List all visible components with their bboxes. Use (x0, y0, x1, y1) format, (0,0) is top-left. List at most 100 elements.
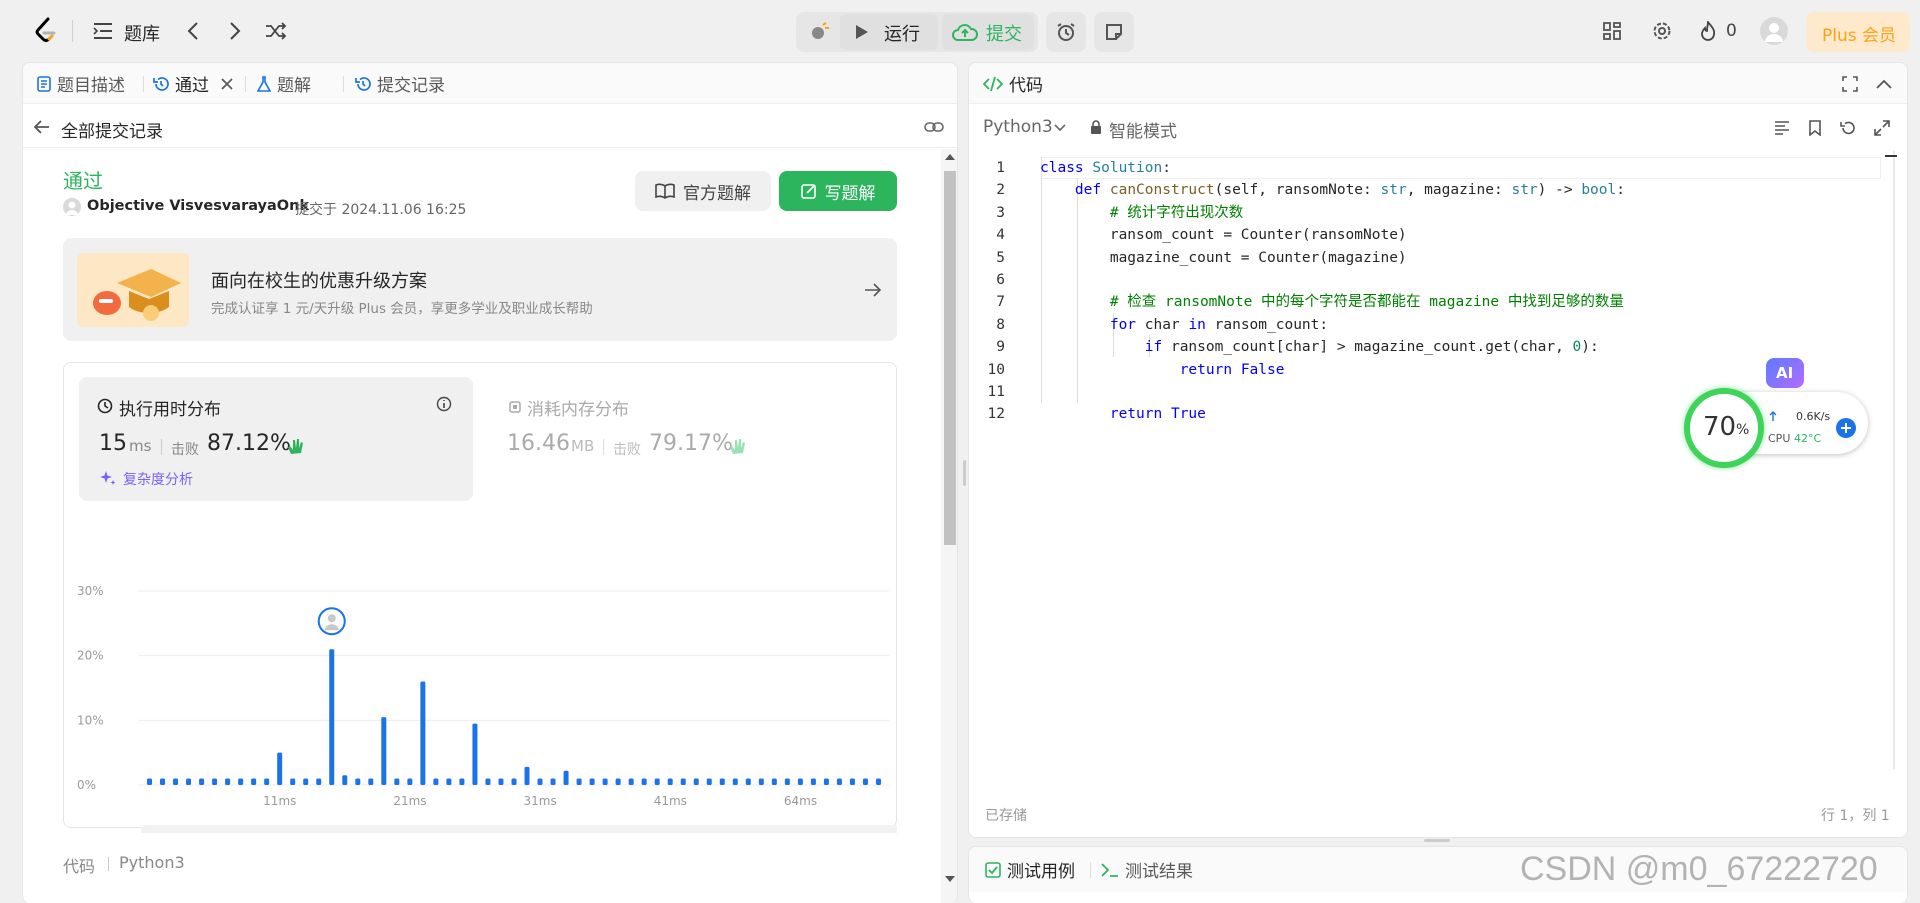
line-number: 12 (987, 406, 1005, 423)
minimap-scrollbar[interactable] (1893, 151, 1895, 769)
shuffle-icon[interactable] (264, 19, 288, 43)
official-solution-button[interactable]: 官方题解 (635, 171, 771, 211)
line-number: 3 (996, 204, 1005, 221)
chart-bar (654, 778, 660, 785)
user-avatar[interactable] (63, 198, 81, 216)
run-button[interactable]: 运行 (884, 20, 920, 46)
tab-accepted[interactable]: 通过 (153, 63, 233, 104)
scrollbar-thumb[interactable] (944, 171, 956, 545)
format-icon[interactable] (1773, 120, 1791, 136)
fullscreen-icon[interactable] (1873, 119, 1891, 137)
link-icon[interactable] (923, 117, 945, 137)
bookmark-icon[interactable] (1807, 119, 1823, 137)
chart-bar (628, 778, 634, 785)
complexity-analysis-link[interactable]: 复杂度分析 (123, 469, 193, 489)
chart-bar (277, 752, 283, 785)
chart-bar (680, 778, 686, 785)
debug-icon[interactable] (804, 17, 834, 47)
chart-bar (485, 778, 491, 785)
chart-bar (225, 778, 231, 785)
plus-member-label: Plus 会员 (1822, 26, 1897, 46)
graduation-cap-image (77, 253, 189, 327)
divider (1090, 862, 1091, 878)
code-content[interactable]: class Solution: def canConstruct(self, r… (1040, 157, 1625, 426)
scroll-down-icon[interactable] (945, 875, 955, 883)
tab-test-case-label: 测试用例 (1007, 862, 1075, 882)
divider (161, 439, 162, 455)
chart-bar (576, 778, 582, 785)
smart-mode-label[interactable]: 智能模式 (1109, 117, 1177, 142)
saved-status: 已存储 (985, 808, 1027, 824)
chart-bar (511, 778, 517, 785)
write-solution-button[interactable]: 写题解 (779, 171, 897, 211)
next-problem-icon[interactable] (224, 19, 246, 43)
runtime-distribution-chart[interactable]: 30%20%10%0%11ms11ms21ms21ms31ms31ms41ms4… (63, 513, 897, 833)
arrow-right-icon[interactable] (863, 281, 883, 299)
official-solution-label: 官方题解 (683, 183, 751, 204)
divider (245, 76, 246, 92)
all-submissions-link[interactable]: 全部提交记录 (61, 117, 163, 142)
line-number: 11 (987, 384, 1005, 400)
note-icon (1102, 20, 1126, 44)
chart-bar (407, 778, 413, 785)
tab-test-case[interactable]: 测试用例 (985, 849, 1075, 890)
close-tab-icon[interactable] (221, 77, 233, 90)
line-number: 6 (996, 272, 1005, 288)
ai-assistant-label: AI (1776, 364, 1794, 382)
collapse-icon[interactable] (1875, 75, 1893, 93)
add-circle-icon[interactable] (1836, 418, 1856, 438)
line-number: 1 (996, 160, 1005, 176)
problem-list-icon[interactable] (92, 20, 114, 42)
panel-resize-handle[interactable] (963, 460, 966, 486)
tab-test-result[interactable]: 测试结果 (1101, 849, 1193, 890)
memory-title[interactable]: 消耗内存分布 (527, 395, 629, 420)
chart-bar (524, 766, 530, 785)
line-number: 2 (996, 182, 1005, 199)
settings-gear-icon[interactable] (1650, 19, 1674, 43)
info-icon[interactable] (435, 395, 453, 413)
problem-list-button[interactable]: 题库 (124, 20, 160, 46)
chart-bar (381, 717, 387, 785)
flask-icon (257, 75, 271, 92)
submit-button[interactable]: 提交 (986, 20, 1022, 46)
chart-bar (472, 723, 478, 785)
x-tick-label: 31ms (524, 794, 557, 808)
y-tick-label: 10% (77, 713, 104, 727)
tab-code[interactable]: 代码 (983, 63, 1043, 104)
line-number: 10 (987, 361, 1005, 378)
chart-bar (758, 778, 764, 785)
tab-submissions-label: 提交记录 (377, 76, 445, 96)
code-label: 代码 (63, 857, 96, 876)
maximize-icon[interactable] (1841, 75, 1859, 93)
tab-solutions-label: 题解 (277, 76, 311, 96)
chart-bar (290, 778, 296, 785)
tab-solutions[interactable]: 题解 (257, 63, 311, 104)
prev-problem-icon[interactable] (182, 19, 204, 43)
chart-bar (862, 778, 868, 785)
left-panel: 题目描述 通过 题解 提交记录 全部提交记录 通过 Objective Visv… (22, 62, 958, 903)
memory-unit: MB (571, 437, 595, 455)
scroll-up-icon[interactable] (945, 153, 955, 161)
chart-bar (212, 778, 218, 785)
reset-icon[interactable] (1839, 119, 1857, 137)
language-select[interactable]: Python3 (983, 117, 1053, 137)
tab-submissions[interactable]: 提交记录 (355, 63, 445, 104)
avatar[interactable] (1760, 17, 1788, 45)
leetcode-logo[interactable] (32, 16, 60, 46)
flame-icon[interactable] (1698, 19, 1718, 43)
username[interactable]: Objective VisvesvarayaOnk (87, 198, 309, 214)
code-line: if ransom_count[char] > magazine_count.g… (1144, 339, 1599, 356)
tab-description[interactable]: 题目描述 (37, 63, 125, 104)
x-tick-label: 21ms (393, 794, 426, 808)
horizontal-resize-handle[interactable] (1424, 839, 1450, 842)
back-arrow-icon[interactable] (33, 118, 51, 136)
chart-bar (641, 778, 647, 785)
chevron-down-icon[interactable] (1053, 121, 1067, 135)
chart-bar (303, 778, 309, 785)
range-selector[interactable] (141, 825, 897, 833)
chart-bar (199, 778, 205, 785)
sparkle-icon (99, 469, 117, 487)
code-line: # 检查 ransomNote 中的每个字符是否都能在 magazine 中找到… (1109, 294, 1624, 311)
layout-icon[interactable] (1600, 19, 1624, 43)
